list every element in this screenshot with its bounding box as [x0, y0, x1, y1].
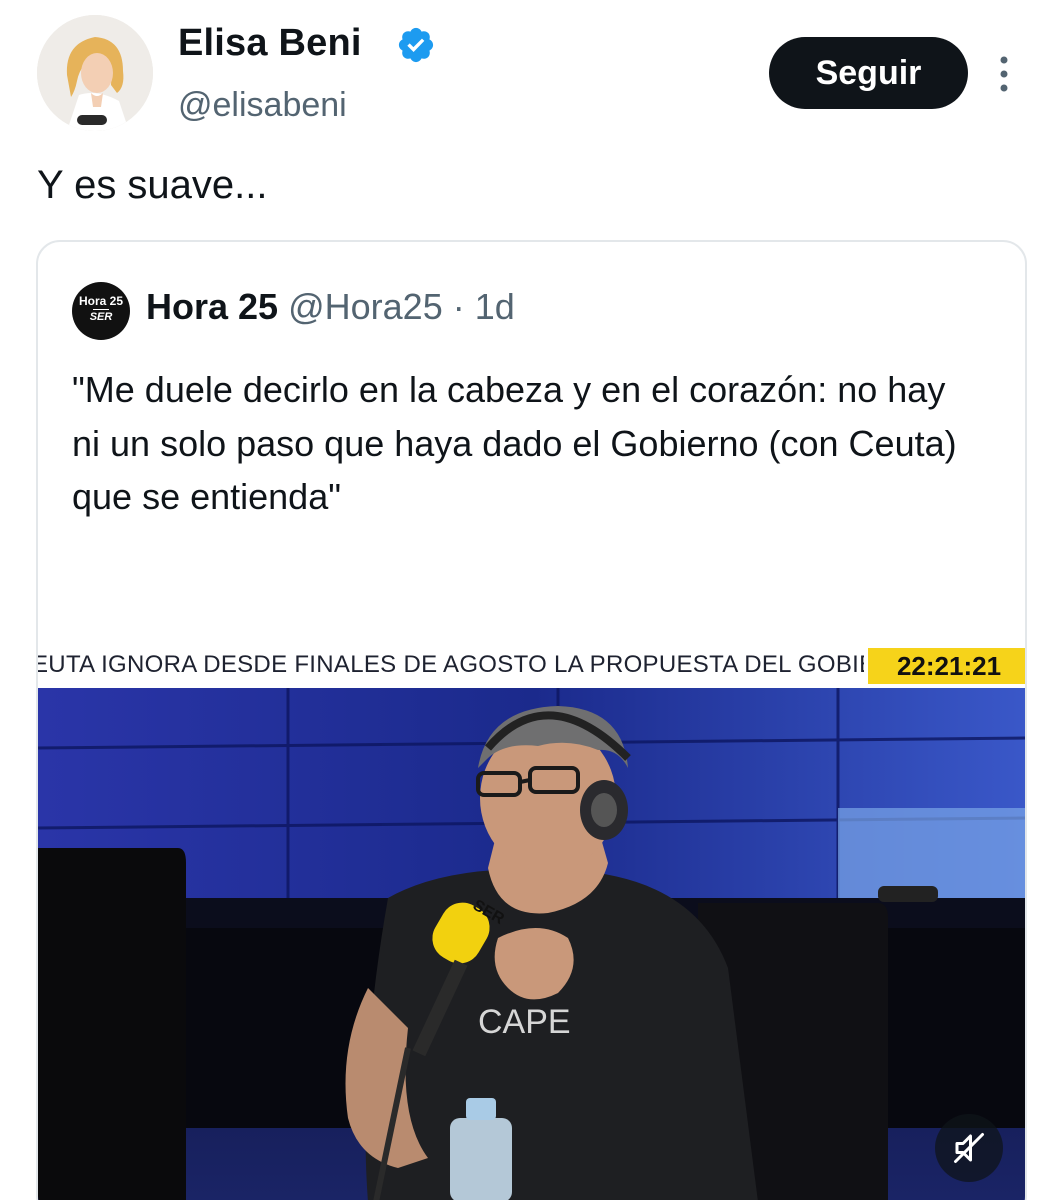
shirt-print: CAPE	[478, 1003, 571, 1041]
quoted-avatar-divider	[93, 309, 109, 310]
video-frame: SER CAPE	[38, 688, 1025, 1200]
tweet-text: Y es suave...	[37, 163, 268, 207]
mute-button[interactable]	[935, 1114, 1003, 1182]
muted-speaker-icon	[954, 1133, 984, 1163]
quoted-tweet-text: "Me duele decirlo en la cabeza y en el c…	[72, 369, 957, 517]
quoted-author-avatar[interactable]: Hora 25 SER	[72, 282, 130, 340]
author-name[interactable]: Elisa Beni	[178, 22, 362, 65]
quoted-tweet-card[interactable]: Hora 25 SER Hora 25 @Hora25 · 1d "Me due…	[36, 240, 1027, 1200]
follow-button[interactable]: Seguir	[769, 37, 968, 109]
author-avatar[interactable]	[37, 15, 153, 131]
quoted-video[interactable]: EUTA IGNORA DESDE FINALES DE AGOSTO LA P…	[38, 642, 1025, 1200]
quoted-avatar-logo: SER	[89, 311, 113, 323]
quoted-author-name[interactable]: Hora 25	[146, 286, 278, 327]
verified-badge-icon	[398, 27, 434, 63]
author-handle[interactable]: @elisabeni	[178, 86, 347, 125]
more-options-icon[interactable]	[990, 52, 1018, 96]
meta-separator: ·	[452, 286, 465, 327]
quoted-tweet-time[interactable]: 1d	[475, 286, 515, 327]
ticker-clock: 22:21:21	[868, 648, 1025, 684]
ticker-headline: EUTA IGNORA DESDE FINALES DE AGOSTO LA P…	[38, 651, 864, 678]
news-ticker: EUTA IGNORA DESDE FINALES DE AGOSTO LA P…	[38, 642, 1025, 688]
quoted-author-handle[interactable]: @Hora25	[288, 286, 443, 327]
quoted-tweet-header: Hora 25 @Hora25 · 1d	[146, 286, 515, 328]
quoted-avatar-title: Hora 25	[78, 294, 124, 308]
